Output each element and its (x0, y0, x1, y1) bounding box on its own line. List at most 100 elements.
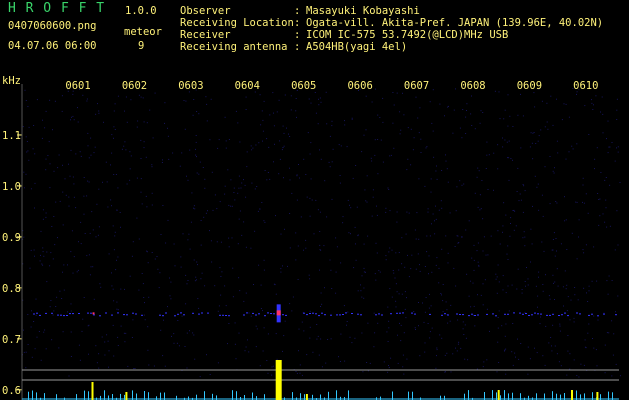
noise-speck (246, 151, 248, 153)
noise-speck (162, 355, 164, 357)
noise-speck (56, 296, 58, 298)
noise-speck (466, 110, 467, 111)
noise-speck (361, 275, 363, 277)
noise-speck (52, 129, 53, 131)
noise-speck (310, 102, 312, 104)
noise-speck (298, 328, 300, 330)
noise-speck (42, 119, 43, 121)
noise-speck (98, 353, 100, 355)
noise-speck (567, 350, 569, 352)
noise-speck (141, 273, 143, 274)
noise-speck (415, 96, 417, 98)
noise-speck (386, 331, 388, 333)
noise-speck (233, 192, 235, 193)
noise-speck (46, 281, 48, 283)
baseline-spike (252, 392, 253, 400)
carrier-dot (180, 312, 182, 314)
noise-speck (39, 260, 41, 262)
noise-speck (141, 203, 143, 205)
noise-speck (408, 212, 410, 214)
noise-speck (406, 358, 408, 360)
noise-speck (159, 272, 161, 274)
noise-speck (90, 137, 92, 139)
noise-speck (62, 331, 64, 333)
noise-speck (142, 283, 144, 285)
carrier-dot (306, 314, 308, 316)
noise-speck (228, 323, 230, 324)
noise-speck (393, 104, 395, 106)
noise-speck (389, 210, 391, 212)
noise-speck (80, 243, 82, 245)
noise-speck (297, 279, 299, 280)
noise-speck (609, 225, 611, 227)
noise-speck (218, 139, 220, 141)
noise-speck (238, 187, 240, 189)
noise-speck (379, 117, 381, 118)
noise-speck (315, 112, 317, 114)
carrier-dot (540, 313, 542, 315)
noise-speck (505, 214, 507, 216)
baseline-spike (468, 390, 469, 400)
noise-speck (404, 266, 406, 268)
carrier-dot (591, 313, 593, 315)
noise-speck (524, 281, 526, 282)
noise-speck (602, 113, 604, 115)
noise-speck (38, 331, 40, 332)
noise-speck (363, 243, 365, 245)
noise-speck (317, 335, 319, 337)
noise-speck (585, 347, 587, 349)
noise-speck (429, 293, 430, 295)
noise-speck (142, 97, 144, 99)
noise-speck (30, 249, 32, 251)
noise-speck (471, 257, 473, 259)
noise-speck (331, 120, 333, 122)
noise-speck (280, 268, 282, 270)
noise-speck (73, 256, 75, 258)
noise-speck (402, 354, 404, 356)
noise-speck (209, 374, 211, 375)
noise-speck (364, 189, 366, 191)
noise-speck (146, 122, 148, 124)
noise-speck (482, 304, 484, 306)
noise-speck (404, 291, 406, 293)
noise-speck (477, 294, 478, 296)
noise-speck (526, 267, 527, 268)
noise-speck (531, 142, 533, 144)
noise-speck (554, 345, 556, 347)
noise-speck (173, 243, 175, 245)
noise-speck (276, 111, 278, 113)
noise-speck (244, 350, 246, 352)
noise-speck (365, 95, 367, 97)
noise-speck (346, 324, 347, 326)
noise-speck (52, 314, 54, 316)
noise-speck (189, 149, 191, 151)
noise-speck (113, 249, 115, 251)
noise-speck (607, 293, 609, 295)
noise-speck (355, 243, 356, 245)
baseline-spike (148, 392, 149, 400)
noise-speck (197, 264, 198, 266)
noise-speck (392, 270, 394, 271)
noise-speck (234, 199, 236, 201)
carrier-dot (222, 314, 224, 316)
noise-speck (173, 342, 175, 344)
noise-speck (498, 281, 500, 283)
noise-speck (559, 325, 561, 327)
noise-speck (87, 325, 89, 327)
noise-speck (418, 178, 420, 180)
noise-speck (111, 272, 112, 274)
noise-speck (387, 306, 389, 308)
noise-speck (244, 184, 246, 186)
noise-speck (605, 207, 607, 209)
noise-speck (410, 164, 412, 166)
noise-speck (171, 335, 172, 337)
carrier-dot (564, 312, 566, 314)
noise-speck (258, 142, 260, 144)
noise-speck (402, 92, 403, 94)
noise-speck (33, 249, 35, 251)
carrier-dot (549, 314, 551, 316)
noise-speck (611, 142, 613, 143)
noise-speck (361, 332, 363, 334)
noise-speck (196, 156, 197, 158)
noise-speck (24, 89, 26, 91)
